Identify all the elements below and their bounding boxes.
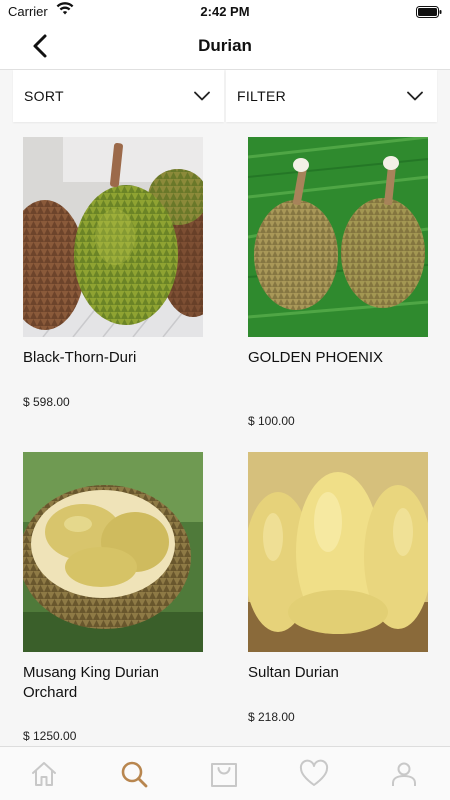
product-price: $ 1250.00 <box>23 729 77 743</box>
product-name[interactable]: Black-Thorn-Duri <box>23 348 203 368</box>
chevron-down-icon <box>407 91 423 101</box>
tab-bar <box>0 746 450 800</box>
tab-home[interactable] <box>29 759 59 789</box>
home-icon <box>32 762 56 786</box>
tab-cart[interactable] <box>209 759 239 789</box>
sort-label: SORT <box>24 88 64 104</box>
sort-dropdown[interactable]: SORT <box>13 70 224 122</box>
product-price: $ 218.00 <box>248 710 295 724</box>
product-name[interactable]: Sultan Durian <box>248 663 428 683</box>
search-icon <box>121 761 148 788</box>
product-name[interactable]: Musang King Durian Orchard <box>23 663 203 703</box>
tab-favorites[interactable] <box>299 759 329 789</box>
tab-profile[interactable] <box>389 759 419 789</box>
filter-dropdown[interactable]: FILTER <box>226 70 437 122</box>
battery-icon <box>416 5 442 23</box>
navigation-bar: Durian <box>0 22 450 70</box>
product-image[interactable] <box>248 137 428 337</box>
product-price: $ 100.00 <box>248 414 295 428</box>
product-name[interactable]: GOLDEN PHOENIX <box>248 348 428 368</box>
page-title: Durian <box>198 36 252 55</box>
product-price: $ 598.00 <box>23 395 70 409</box>
product-image[interactable] <box>23 452 203 652</box>
tab-search[interactable] <box>119 759 149 789</box>
status-bar: Carrier 2:42 PM <box>0 0 450 22</box>
sort-filter-bar: SORT FILTER <box>13 70 437 122</box>
shopping-bag-icon <box>211 763 237 787</box>
heart-icon <box>299 759 329 786</box>
product-image[interactable] <box>248 452 428 652</box>
chevron-down-icon <box>194 91 210 101</box>
clock: 2:42 PM <box>200 4 250 19</box>
filter-label: FILTER <box>237 88 286 104</box>
product-image[interactable] <box>23 137 203 337</box>
profile-icon <box>392 762 416 786</box>
